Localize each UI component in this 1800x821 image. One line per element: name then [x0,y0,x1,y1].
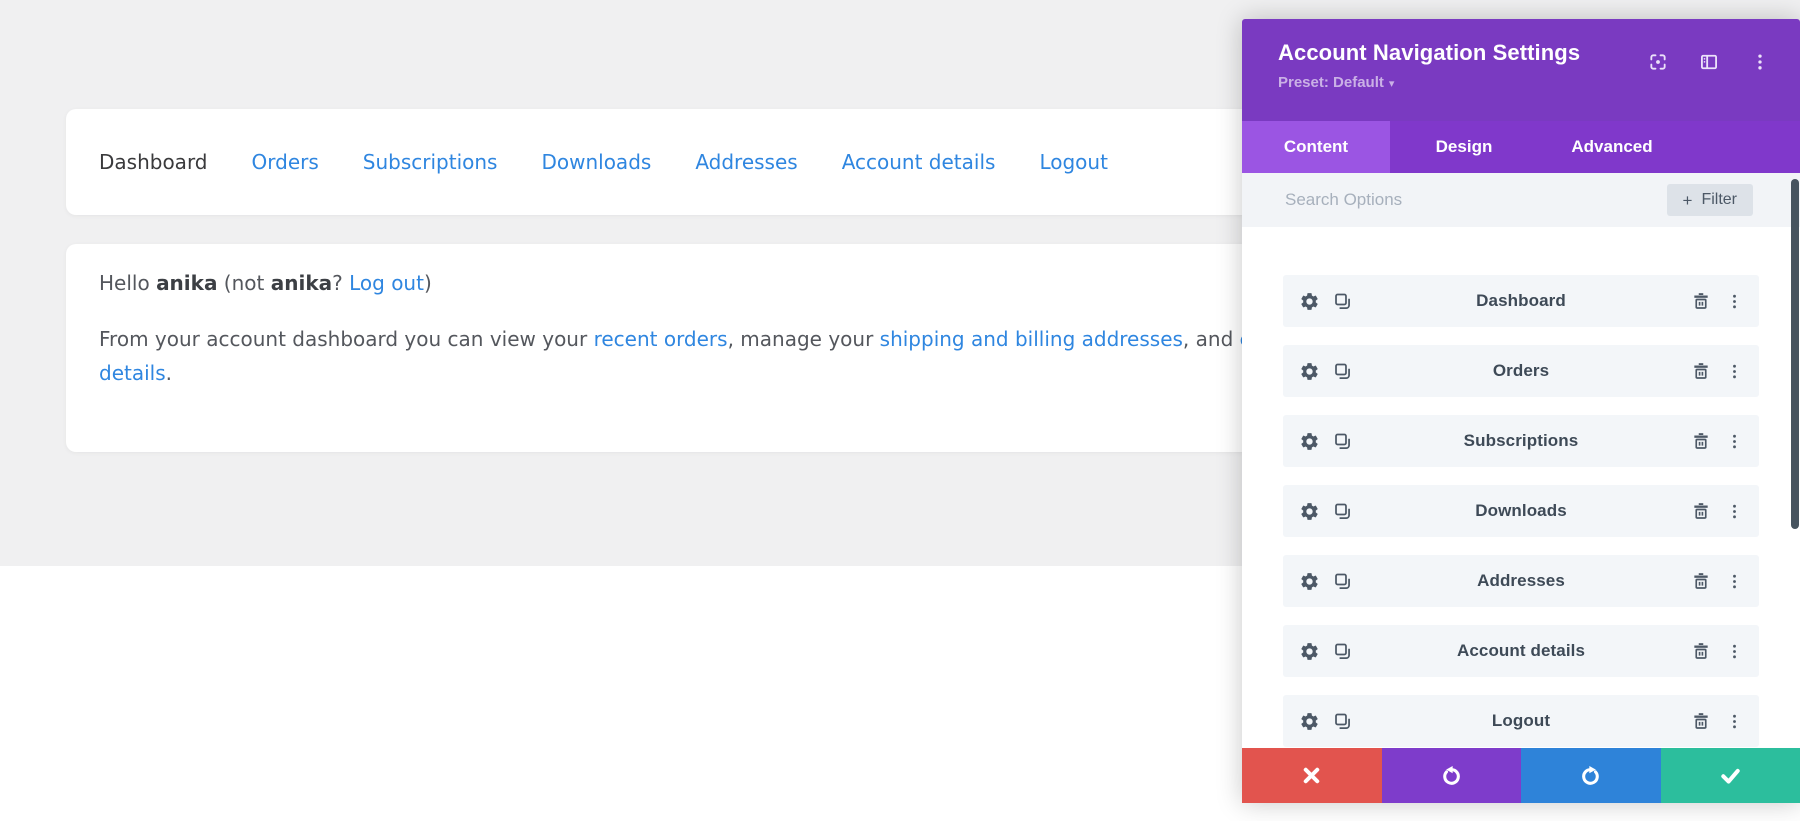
kebab-menu-icon[interactable] [1726,713,1743,730]
edit-account-link-wrap[interactable]: details [99,361,166,385]
account-nav-link[interactable]: Account details [842,150,996,174]
duplicate-icon[interactable] [1333,292,1352,311]
scrollbar-track [1790,173,1800,748]
trash-icon[interactable] [1691,431,1711,451]
modal-tab[interactable]: Advanced [1538,121,1686,173]
trash-icon[interactable] [1691,711,1711,731]
account-nav-link[interactable]: Downloads [541,150,651,174]
username-repeat: anika [271,271,332,295]
duplicate-icon[interactable] [1333,502,1352,521]
menu-item-label: Downloads [1283,501,1759,521]
redo-icon [1579,764,1602,787]
modal-body: + Filter Dashboard [1242,173,1800,748]
redo-button[interactable] [1521,748,1661,803]
modal-tab[interactable]: Content [1242,121,1390,173]
undo-icon [1440,764,1463,787]
description-text: , and [1183,327,1240,351]
gear-icon[interactable] [1299,501,1320,522]
save-button[interactable] [1661,748,1800,803]
modal-tabs: Content Design Advanced [1242,121,1800,173]
gear-icon[interactable] [1299,641,1320,662]
period: . [166,361,172,385]
menu-item-label: Dashboard [1283,291,1759,311]
panel-toggle-icon[interactable] [1699,52,1719,72]
filter-button-label: Filter [1701,191,1737,209]
preset-label: Preset: Default [1278,74,1384,91]
close-paren: ) [424,271,432,295]
menu-items-list: Dashboard [1242,227,1800,747]
not-text: (not [217,271,270,295]
hello-text: Hello [99,271,156,295]
gear-icon[interactable] [1299,291,1320,312]
gear-icon[interactable] [1299,571,1320,592]
menu-item-label: Addresses [1283,571,1759,591]
menu-item-row[interactable]: Subscriptions [1283,415,1759,467]
expand-icon[interactable] [1648,52,1668,72]
trash-icon[interactable] [1691,361,1711,381]
trash-icon[interactable] [1691,291,1711,311]
menu-item-row[interactable]: Logout [1283,695,1759,747]
account-nav-link[interactable]: Orders [252,150,319,174]
username: anika [156,271,217,295]
modal-header-actions [1648,19,1770,121]
kebab-menu-icon[interactable] [1750,52,1770,72]
check-icon [1719,764,1742,787]
kebab-menu-icon[interactable] [1726,363,1743,380]
filter-button[interactable]: + Filter [1667,184,1754,216]
module-settings-modal: Account Navigation Settings Preset: Defa… [1242,19,1800,803]
trash-icon[interactable] [1691,571,1711,591]
search-options-input[interactable] [1283,189,1667,211]
duplicate-icon[interactable] [1333,362,1352,381]
description-text: , manage your [728,327,880,351]
duplicate-icon[interactable] [1333,642,1352,661]
trash-icon[interactable] [1691,641,1711,661]
duplicate-icon[interactable] [1333,712,1352,731]
recent-orders-link[interactable]: recent orders [594,327,728,351]
menu-item-row[interactable]: Downloads [1283,485,1759,537]
menu-item-label: Logout [1283,711,1759,731]
modal-footer [1242,748,1800,803]
menu-item-row[interactable]: Orders [1283,345,1759,397]
menu-item-row[interactable]: Addresses [1283,555,1759,607]
preset-selector[interactable]: Preset: Default ▾ [1278,74,1648,91]
kebab-menu-icon[interactable] [1726,503,1743,520]
kebab-menu-icon[interactable] [1726,643,1743,660]
gear-icon[interactable] [1299,361,1320,382]
undo-button[interactable] [1382,748,1522,803]
x-icon [1300,764,1323,787]
account-nav-link[interactable]: Dashboard [99,150,208,174]
menu-item-row[interactable]: Account details [1283,625,1759,677]
account-nav-link[interactable]: Subscriptions [363,150,498,174]
scrollbar-thumb[interactable] [1791,179,1799,529]
caret-down-icon: ▾ [1389,77,1395,90]
modal-title: Account Navigation Settings [1278,40,1648,66]
search-options-bar: + Filter [1242,173,1800,227]
gear-icon[interactable] [1299,711,1320,732]
gear-icon[interactable] [1299,431,1320,452]
duplicate-icon[interactable] [1333,432,1352,451]
menu-item-label: Account details [1283,641,1759,661]
description-text: From your account dashboard you can view… [99,327,594,351]
modal-header[interactable]: Account Navigation Settings Preset: Defa… [1242,19,1800,121]
menu-item-label: Subscriptions [1283,431,1759,451]
trash-icon[interactable] [1691,501,1711,521]
account-nav-link[interactable]: Addresses [695,150,797,174]
question-mark: ? [332,271,349,295]
menu-item-row[interactable]: Dashboard [1283,275,1759,327]
discard-button[interactable] [1242,748,1382,803]
kebab-menu-icon[interactable] [1726,433,1743,450]
menu-item-label: Orders [1283,361,1759,381]
modal-title-area: Account Navigation Settings Preset: Defa… [1278,19,1648,121]
kebab-menu-icon[interactable] [1726,573,1743,590]
logout-link[interactable]: Log out [349,271,424,295]
duplicate-icon[interactable] [1333,572,1352,591]
modal-tab[interactable]: Design [1390,121,1538,173]
shipping-billing-addresses-link[interactable]: shipping and billing addresses [880,327,1183,351]
plus-icon: + [1683,192,1693,209]
kebab-menu-icon[interactable] [1726,293,1743,310]
account-nav-link[interactable]: Logout [1039,150,1107,174]
